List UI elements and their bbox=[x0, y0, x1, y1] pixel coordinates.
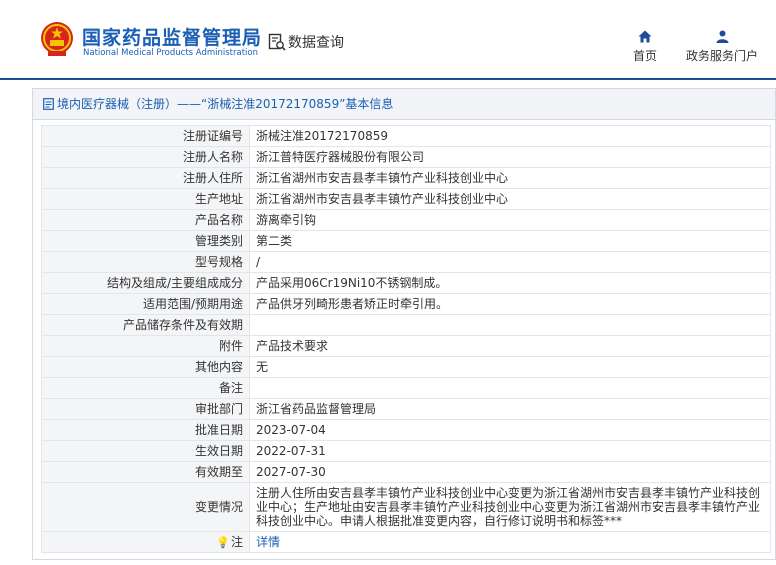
table-row: 有效期至 2027-07-30 bbox=[41, 461, 771, 483]
row-value: 浙江普特医疗器械股份有限公司 bbox=[249, 146, 771, 168]
row-value: 浙江省湖州市安吉县孝丰镇竹产业科技创业中心 bbox=[249, 167, 771, 189]
data-query-label: 数据查询 bbox=[288, 35, 344, 51]
row-value bbox=[249, 377, 771, 399]
row-key: 生效日期 bbox=[41, 440, 250, 462]
row-key: 产品储存条件及有效期 bbox=[41, 314, 250, 336]
nav-home[interactable]: 首页 bbox=[632, 30, 658, 64]
site-header: 国家药品监督管理局 National Medical Products Admi… bbox=[0, 0, 776, 80]
table-row: 适用范围/预期用途 产品供牙列畸形患者矫正时牵引用。 bbox=[41, 293, 771, 315]
table-row: 批准日期 2023-07-04 bbox=[41, 419, 771, 441]
row-value: 2023-07-04 bbox=[249, 419, 771, 441]
row-key: 审批部门 bbox=[41, 398, 250, 420]
row-key: 管理类别 bbox=[41, 230, 250, 252]
note-key: 注 bbox=[230, 534, 243, 549]
document-search-icon bbox=[268, 33, 286, 51]
row-key: 产品名称 bbox=[41, 209, 250, 231]
table-row: 注册人名称 浙江普特医疗器械股份有限公司 bbox=[41, 146, 771, 168]
national-emblem-icon bbox=[41, 22, 73, 56]
row-value: 浙械注准20172170859 bbox=[249, 125, 771, 147]
row-key: 变更情况 bbox=[41, 482, 250, 532]
row-key: 附件 bbox=[41, 335, 250, 357]
nav-service-label: 政务服务门户 bbox=[685, 49, 758, 63]
table-row: 产品储存条件及有效期 bbox=[41, 314, 771, 336]
row-key: 适用范围/预期用途 bbox=[41, 293, 250, 315]
panel-title-text: 境内医疗器械（注册）——“浙械注准20172170859”基本信息 bbox=[57, 97, 394, 111]
details-link[interactable]: 详情 bbox=[256, 535, 280, 549]
user-icon bbox=[716, 30, 728, 43]
row-key: 批准日期 bbox=[41, 419, 250, 441]
row-key: 注册人住所 bbox=[41, 167, 250, 189]
row-value: 浙江省湖州市安吉县孝丰镇竹产业科技创业中心 bbox=[249, 188, 771, 210]
panel-title: 境内医疗器械（注册）——“浙械注准20172170859”基本信息 bbox=[33, 89, 775, 120]
table-row: 结构及组成/主要组成成分 产品采用06Cr19Ni10不锈钢制成。 bbox=[41, 272, 771, 294]
table-row: 备注 bbox=[41, 377, 771, 399]
device-info-panel: 境内医疗器械（注册）——“浙械注准20172170859”基本信息 注册证编号浙… bbox=[32, 88, 776, 560]
nav-service-portal[interactable]: 政务服务门户 bbox=[684, 30, 760, 64]
table-row: 产品名称 游离牵引钩 bbox=[41, 209, 771, 231]
note-key-cell: 💡注 bbox=[41, 531, 250, 553]
row-value: 浙江省药品监督管理局 bbox=[249, 398, 771, 420]
row-key: 其他内容 bbox=[41, 356, 250, 378]
table-row: 变更情况 注册人住所由安吉县孝丰镇竹产业科技创业中心变更为浙江省湖州市安吉县孝丰镇… bbox=[41, 482, 771, 532]
row-value: 2027-07-30 bbox=[249, 461, 771, 483]
row-value: 游离牵引钩 bbox=[249, 209, 771, 231]
table-row: 管理类别 第二类 bbox=[41, 230, 771, 252]
row-value: 无 bbox=[249, 356, 771, 378]
row-key: 型号规格 bbox=[41, 251, 250, 273]
table-row: 生产地址 浙江省湖州市安吉县孝丰镇竹产业科技创业中心 bbox=[41, 188, 771, 210]
note-value-cell: 详情 bbox=[249, 531, 771, 553]
row-value: 产品技术要求 bbox=[249, 335, 771, 357]
row-value: 2022-07-31 bbox=[249, 440, 771, 462]
note-row: 💡注 详情 bbox=[41, 531, 771, 553]
row-value: 产品供牙列畸形患者矫正时牵引用。 bbox=[249, 293, 771, 315]
row-key: 生产地址 bbox=[41, 188, 250, 210]
table-row: 注册证编号 浙械注准20172170859 bbox=[41, 125, 771, 147]
row-value: 注册人住所由安吉县孝丰镇竹产业科技创业中心变更为浙江省湖州市安吉县孝丰镇竹产业科… bbox=[249, 482, 771, 532]
row-value bbox=[249, 314, 771, 336]
site-name[interactable]: 国家药品监督管理局 bbox=[82, 23, 262, 50]
row-key: 有效期至 bbox=[41, 461, 250, 483]
table-row: 其他内容无 bbox=[41, 356, 771, 378]
row-key: 注册人名称 bbox=[41, 146, 250, 168]
data-query-title[interactable]: 数据查询 bbox=[268, 32, 344, 52]
row-key: 注册证编号 bbox=[41, 125, 250, 147]
lightbulb-icon: 💡 bbox=[216, 535, 230, 549]
table-row: 型号规格 / bbox=[41, 251, 771, 273]
row-value: / bbox=[249, 251, 771, 273]
row-value: 产品采用06Cr19Ni10不锈钢制成。 bbox=[249, 272, 771, 294]
table-row: 附件 产品技术要求 bbox=[41, 335, 771, 357]
table-row: 注册人住所 浙江省湖州市安吉县孝丰镇竹产业科技创业中心 bbox=[41, 167, 771, 189]
table-row: 生效日期 2022-07-31 bbox=[41, 440, 771, 462]
row-value: 第二类 bbox=[249, 230, 771, 252]
table-row: 审批部门 浙江省药品监督管理局 bbox=[41, 398, 771, 420]
nav-home-label: 首页 bbox=[632, 49, 657, 63]
home-icon bbox=[638, 30, 652, 43]
row-key: 备注 bbox=[41, 377, 250, 399]
info-table: 注册证编号 浙械注准20172170859 注册人名称 浙江普特医疗器械股份有限公司… bbox=[41, 125, 771, 553]
document-icon bbox=[43, 98, 54, 110]
site-name-en: National Medical Products Administration bbox=[83, 48, 258, 58]
row-key: 结构及组成/主要组成成分 bbox=[41, 272, 250, 294]
